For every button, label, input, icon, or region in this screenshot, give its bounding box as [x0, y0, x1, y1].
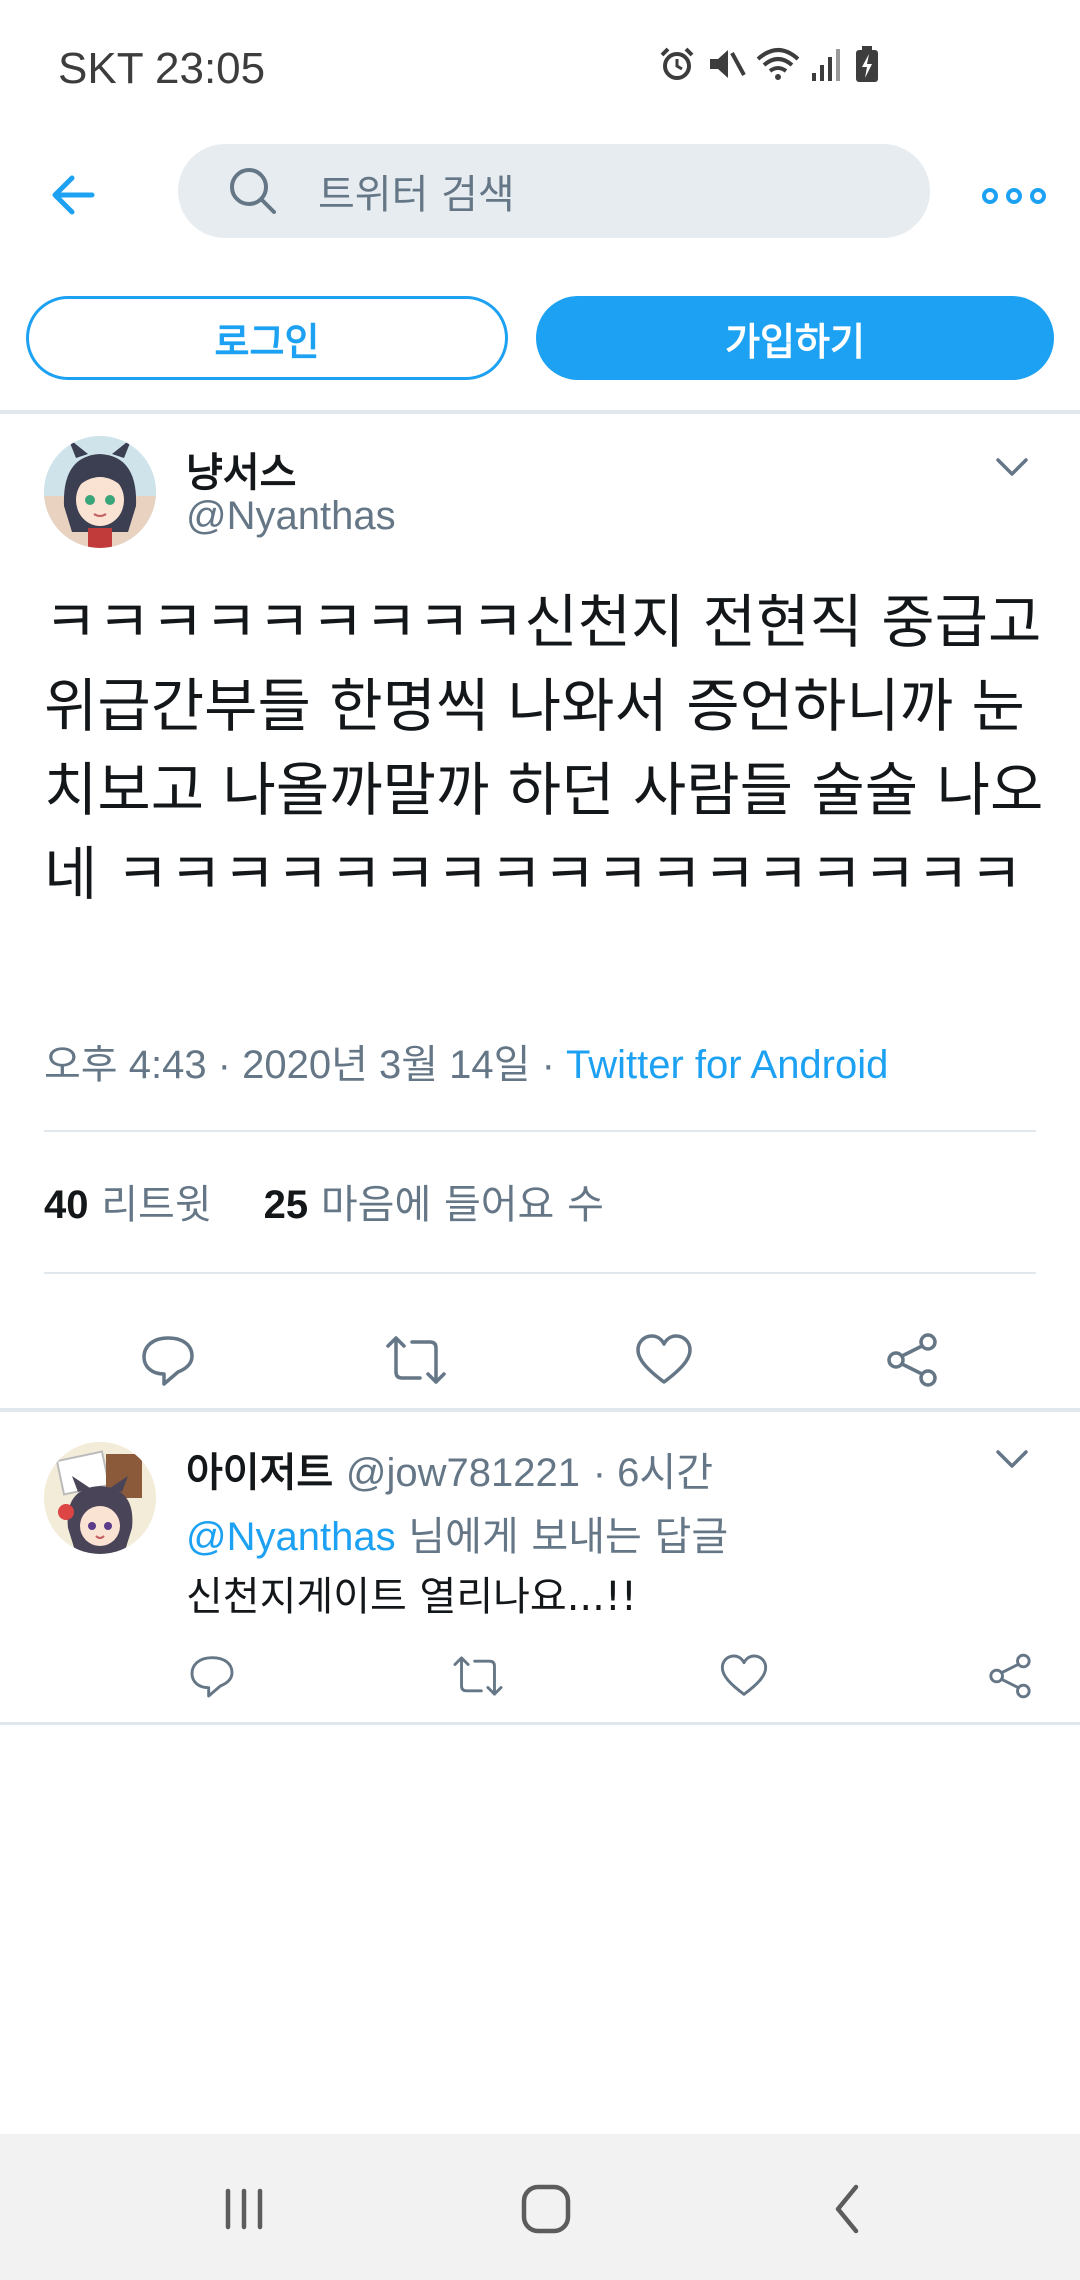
author-name[interactable]: 냥서스: [186, 440, 296, 498]
like-icon: [636, 1334, 692, 1384]
chevron-down-icon: [996, 1450, 1028, 1468]
share-button[interactable]: [872, 1320, 952, 1400]
reply-like-button[interactable]: [704, 1636, 784, 1716]
mute-icon: [710, 50, 746, 78]
tweet-stats: 40 리트윗 25 마음에 들어요 수: [44, 1172, 604, 1230]
battery-icon: [856, 46, 878, 82]
retweet-icon: [386, 1336, 446, 1384]
reply-icon: [190, 1656, 234, 1698]
divider: [0, 1722, 1080, 1725]
more-button[interactable]: [976, 166, 1052, 226]
more-icon: [982, 188, 1046, 204]
author-handle[interactable]: @Nyanthas: [186, 494, 396, 539]
alarm-icon: [660, 47, 694, 80]
search-placeholder: 트위터 검색: [318, 172, 515, 218]
nav-back-button[interactable]: [808, 2174, 888, 2244]
search-icon: [230, 168, 276, 214]
back-arrow-icon: [52, 175, 95, 215]
carrier-time: SKT 23:05: [58, 44, 266, 93]
like-label: 마음에 들어요 수: [320, 1182, 604, 1228]
reply-author-name[interactable]: 아이저트: [186, 1450, 333, 1496]
reply-reply-button[interactable]: [172, 1636, 252, 1716]
login-button[interactable]: 로그인: [26, 296, 508, 380]
home-icon: [521, 2184, 571, 2234]
reply-header: 아이저트 @jow781221 · 6시간: [186, 1440, 713, 1498]
reply-author-handle[interactable]: @jow781221: [346, 1451, 580, 1495]
divider: [44, 1130, 1036, 1132]
divider: [0, 410, 1080, 414]
reply-avatar[interactable]: [44, 1442, 156, 1554]
retweet-button[interactable]: [376, 1320, 456, 1400]
search-input[interactable]: 트위터 검색: [178, 144, 930, 238]
tweet-menu-button[interactable]: [990, 446, 1034, 486]
reply-time: · 6시간: [592, 1451, 714, 1495]
auth-bar: 로그인 가입하기: [0, 294, 1080, 382]
reply-tweet: 아이저트 @jow781221 · 6시간 @Nyanthas 님에게 보내는 …: [0, 1412, 1080, 1722]
wifi-icon: [756, 48, 800, 80]
tweet-time: 오후 4:43 · 2020년 3월 14일 ·: [44, 1043, 567, 1087]
reply-text: 신천지게이트 열리나요...!!: [186, 1574, 637, 1620]
status-icons: [658, 44, 880, 84]
home-button[interactable]: [506, 2174, 586, 2244]
like-icon: [720, 1654, 768, 1696]
share-icon: [887, 1333, 937, 1387]
back-button[interactable]: [40, 160, 110, 230]
tweet-meta: 오후 4:43 · 2020년 3월 14일 · Twitter for And…: [44, 1032, 888, 1090]
retweet-count: 40: [44, 1183, 89, 1227]
reply-button[interactable]: [128, 1320, 208, 1400]
tweet-text: ㅋㅋㅋㅋㅋㅋㅋㅋㅋ신천지 전현직 중급고위급간부들 한명씩 나와서 증언하니까 …: [44, 588, 1044, 908]
reply-icon: [142, 1336, 194, 1386]
system-nav-bar: [0, 2134, 1080, 2280]
reply-mention[interactable]: @Nyanthas: [186, 1515, 396, 1559]
reply-retweet-button[interactable]: [438, 1636, 518, 1716]
recents-icon: [225, 2188, 263, 2230]
reply-share-button[interactable]: [970, 1636, 1050, 1716]
replying-suffix: 님에게 보내는 답글: [395, 1514, 729, 1560]
like-stat[interactable]: 25 마음에 들어요 수: [264, 1172, 604, 1230]
replying-to: @Nyanthas 님에게 보내는 답글: [186, 1504, 728, 1562]
like-button[interactable]: [624, 1320, 704, 1400]
share-icon: [989, 1653, 1031, 1699]
retweet-stat[interactable]: 40 리트윗: [44, 1172, 212, 1230]
top-bar: 트위터 검색: [0, 140, 1080, 250]
like-count: 25: [263, 1183, 309, 1227]
nav-back-icon: [835, 2184, 859, 2234]
retweet-icon: [453, 1656, 503, 1696]
signup-button[interactable]: 가입하기: [536, 296, 1054, 380]
chevron-down-icon: [996, 458, 1028, 476]
reply-menu-button[interactable]: [990, 1438, 1034, 1478]
recents-button[interactable]: [204, 2174, 284, 2244]
signal-icon: [812, 49, 840, 81]
avatar-image: [44, 436, 156, 548]
divider: [44, 1272, 1036, 1274]
tweet-actions: [0, 1308, 1080, 1418]
avatar[interactable]: [44, 436, 156, 548]
retweet-label: 리트윗: [101, 1182, 212, 1228]
tweet-source[interactable]: Twitter for Android: [566, 1043, 888, 1087]
status-bar: SKT 23:05: [0, 0, 1080, 140]
reply-actions: [0, 1636, 1080, 1716]
avatar-image: [44, 1442, 156, 1554]
